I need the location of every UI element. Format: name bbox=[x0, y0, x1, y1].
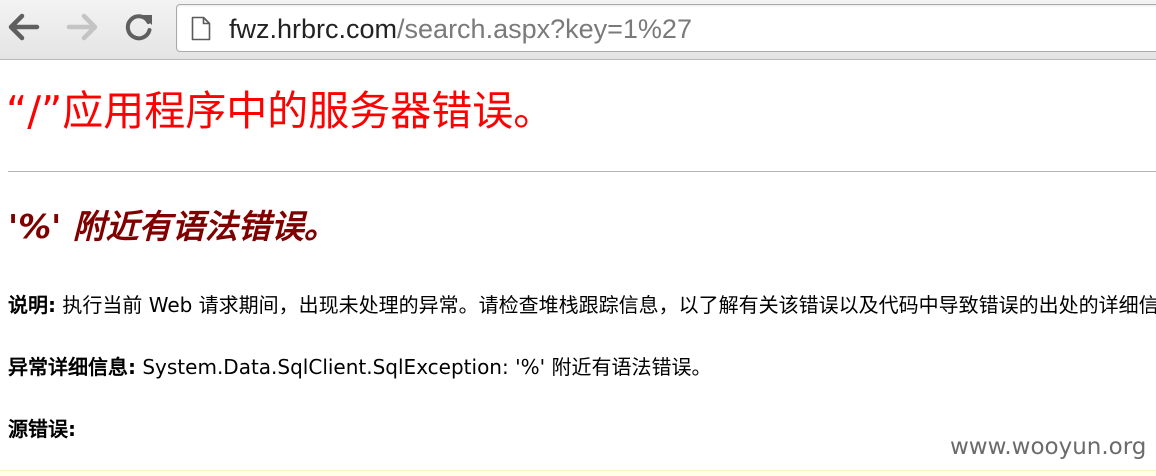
exception-details-row: 异常详细信息: System.Data.SqlClient.SqlExcepti… bbox=[8, 352, 711, 382]
error-title: “/”应用程序中的服务器错误。 bbox=[6, 87, 555, 135]
browser-toolbar: fwz.hrbrc.com/search.aspx?key=1%27 bbox=[0, 0, 1156, 60]
address-bar[interactable]: fwz.hrbrc.com/search.aspx?key=1%27 bbox=[176, 4, 1156, 52]
url-path: /search.aspx?key=1%27 bbox=[397, 14, 692, 44]
divider bbox=[8, 171, 1156, 172]
source-error-label: 源错误: bbox=[8, 417, 76, 441]
watermark: www.wooyun.org bbox=[950, 434, 1147, 460]
forward-button[interactable] bbox=[64, 8, 102, 46]
page-document-icon bbox=[191, 16, 211, 46]
back-arrow-icon bbox=[6, 12, 40, 42]
description-label: 说明: bbox=[8, 293, 56, 317]
source-code-block bbox=[0, 470, 1156, 476]
page-content: “/”应用程序中的服务器错误。 '%' 附近有语法错误。 说明: 执行当前 We… bbox=[0, 61, 1156, 476]
exception-text: System.Data.SqlClient.SqlException: '%' … bbox=[136, 355, 712, 379]
error-message: '%' 附近有语法错误。 bbox=[8, 207, 337, 246]
back-button[interactable] bbox=[4, 8, 42, 46]
url-host: fwz.hrbrc.com bbox=[229, 14, 398, 44]
reload-icon bbox=[123, 11, 155, 43]
description-row: 说明: 执行当前 Web 请求期间，出现未处理的异常。请检查堆栈跟踪信息，以了解… bbox=[8, 290, 1156, 320]
exception-label: 异常详细信息: bbox=[8, 355, 136, 379]
source-error-row: 源错误: bbox=[8, 414, 76, 444]
url-text: fwz.hrbrc.com/search.aspx?key=1%27 bbox=[229, 14, 692, 44]
forward-arrow-icon bbox=[66, 12, 100, 42]
description-text: 执行当前 Web 请求期间，出现未处理的异常。请检查堆栈跟踪信息，以了解有关该错… bbox=[56, 293, 1156, 317]
reload-button[interactable] bbox=[120, 8, 158, 46]
